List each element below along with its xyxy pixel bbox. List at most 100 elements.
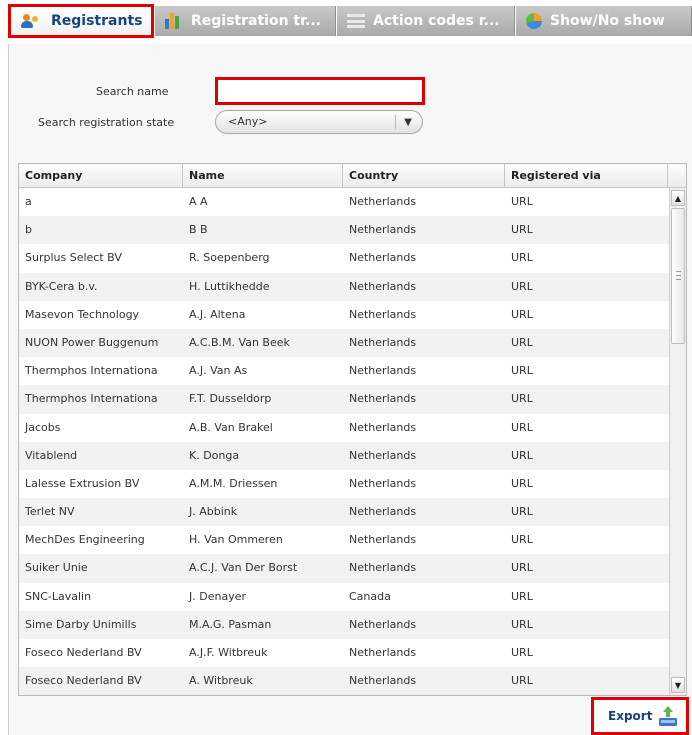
cell-name: A.B. Van Brakel (189, 420, 273, 434)
cell-name: M.A.G. Pasman (189, 617, 272, 631)
cell-name: F.T. Dusseldorp (189, 392, 272, 406)
column-header-registered-via[interactable]: Registered via (505, 164, 668, 188)
tab-label: Show/No show (550, 13, 665, 29)
table-body: aA A Netherlands URL b B B Netherlands URL Surp… (19, 188, 669, 695)
chevron-down-icon: ▼ (404, 117, 412, 128)
cell-name: A A (189, 195, 208, 208)
cell-country: Netherlands (349, 251, 417, 265)
cell-registered-via: URL (511, 448, 533, 462)
column-header-company[interactable]: Company (19, 164, 183, 188)
cell-registered-via: URL (511, 617, 533, 631)
table-row[interactable]: b B B Netherlands URL (19, 216, 669, 245)
cell-registered-via: URL (511, 589, 533, 603)
registrants-table: Company Name Country Registered via a A A… (18, 163, 687, 696)
table-row[interactable]: MechDes Engineering H. Van Ommeren Netherl… (19, 526, 669, 554)
scroll-down-icon[interactable]: ▼ (671, 677, 685, 693)
cell-company: Thermphos Internationa (25, 392, 158, 406)
cell-country: Netherlands (349, 392, 417, 406)
table-row[interactable]: Terlet NV J. Abbink Netherlands URL (19, 498, 669, 527)
export-icon (659, 706, 677, 726)
export-button[interactable]: Export (591, 697, 689, 735)
cell-company: Lalesse Extrusion BV (25, 476, 140, 490)
table-row[interactable]: Thermphos Internationa F.T. Dusseldorp Net… (19, 385, 669, 414)
grip-icon (676, 271, 681, 280)
bar-chart-icon (165, 13, 183, 29)
cell-name: R. Soepenberg (189, 251, 270, 265)
cell-company: b (25, 223, 32, 237)
cell-country: Netherlands (349, 335, 417, 349)
cell-registered-via: URL (511, 251, 533, 265)
cell-country: Netherlands (349, 223, 417, 237)
cell-company: Foseco Nederland BV (25, 646, 142, 659)
cell-registered-via: URL (511, 364, 533, 378)
cell-name: H. Luttikhedde (189, 279, 270, 293)
scrollbar-thumb[interactable] (671, 208, 685, 344)
select-divider (395, 115, 396, 129)
cell-company: NUON Power Buggenum (25, 335, 159, 349)
cell-registered-via: URL (511, 674, 533, 688)
export-label: Export (608, 709, 653, 723)
cell-company: MechDes Engineering (25, 533, 145, 547)
table-row[interactable]: Surplus Select BV R. Soepenberg Netherland… (19, 244, 669, 272)
scroll-up-icon[interactable]: ▲ (671, 190, 685, 206)
cell-company: Suiker Unie (25, 561, 88, 575)
tab-registrants[interactable]: Registrants (8, 4, 154, 38)
cell-company: Vitablend (25, 448, 78, 462)
table-row[interactable]: Sime Darby Unimills M.A.G. Pasman Netherla… (19, 610, 669, 639)
cell-registered-via: URL (511, 195, 533, 208)
cell-registered-via: URL (511, 279, 533, 293)
cell-company: Jacobs (25, 420, 61, 434)
cell-registered-via: URL (511, 505, 533, 519)
search-state-label: Search registration state (38, 116, 175, 129)
cell-name: B B (189, 223, 208, 237)
cell-name: A.J. Altena (189, 307, 246, 321)
column-header-name[interactable]: Name (183, 164, 343, 188)
tab-action-codes[interactable]: Action codes r... (337, 6, 515, 36)
cell-name: J. Abbink (189, 505, 238, 519)
tab-show-no-show[interactable]: Show/No show (516, 6, 692, 36)
table-scrollbar[interactable]: ▲ ▼ (669, 188, 686, 695)
cell-country: Netherlands (349, 307, 417, 321)
cell-name: H. Van Ommeren (189, 533, 283, 547)
cell-registered-via: URL (511, 533, 533, 547)
search-name-input[interactable] (215, 77, 425, 105)
table-row[interactable]: SNC-Lavalin J. Denayer Canada URL (19, 583, 669, 611)
table-row[interactable]: Jacobs A.B. Van Brakel Netherlands URL (19, 414, 669, 442)
cell-registered-via: URL (511, 335, 533, 349)
cell-name: J. Denayer (189, 589, 246, 603)
table-row[interactable]: Vitablend K. Donga Netherlands URL (19, 441, 669, 470)
cell-name: A.C.B.M. Van Beek (189, 335, 290, 349)
cell-country: Netherlands (349, 617, 417, 631)
registration-state-value: <Any> (228, 115, 268, 128)
tab-registration-trend[interactable]: Registration tr... (155, 6, 336, 36)
cell-company: Sime Darby Unimills (25, 617, 137, 631)
table-row[interactable]: a A A Netherlands URL (19, 188, 669, 216)
cell-country: Netherlands (349, 646, 417, 659)
cell-name: K. Donga (189, 448, 240, 462)
cell-registered-via: URL (511, 476, 533, 490)
column-header-country[interactable]: Country (343, 164, 505, 188)
list-icon (347, 14, 365, 28)
registration-state-select[interactable]: <Any> ▼ (215, 110, 423, 134)
cell-country: Netherlands (349, 561, 417, 575)
tab-label: Registrants (51, 13, 143, 29)
table-row[interactable]: Thermphos Internationa A.J. Van As Netherl… (19, 357, 669, 385)
table-row[interactable]: BYK-Cera b.v. H. Luttikhedde Netherlands UR… (19, 272, 669, 301)
cell-country: Netherlands (349, 505, 417, 519)
cell-company: Thermphos Internationa (25, 364, 158, 378)
cell-company: a (25, 195, 32, 208)
cell-country: Netherlands (349, 195, 417, 208)
table-row[interactable]: Suiker Unie A.C.J. Van Der Borst Netherlan… (19, 554, 669, 583)
tab-bar: Registrants Registration tr... Action co… (0, 0, 692, 44)
cell-country: Netherlands (349, 533, 417, 547)
table-row[interactable]: Foseco Nederland BV A.J.F. Witbreuk Nether… (19, 639, 669, 667)
table-row[interactable]: NUON Power Buggenum A.C.B.M. Van Beek Neth… (19, 328, 669, 358)
cell-name: A.M.M. Driessen (189, 476, 278, 490)
people-icon (21, 13, 43, 29)
cell-country: Netherlands (349, 674, 417, 688)
cell-country: Netherlands (349, 476, 417, 490)
cell-company: Surplus Select BV (25, 251, 122, 265)
table-row[interactable]: Foseco Nederland BV A. Witbreuk Netherland… (19, 667, 669, 695)
table-row[interactable]: Lalesse Extrusion BV A.M.M. Driessen Nethe… (19, 470, 669, 498)
table-row[interactable]: Masevon Technology A.J. Altena Netherlands… (19, 301, 669, 329)
